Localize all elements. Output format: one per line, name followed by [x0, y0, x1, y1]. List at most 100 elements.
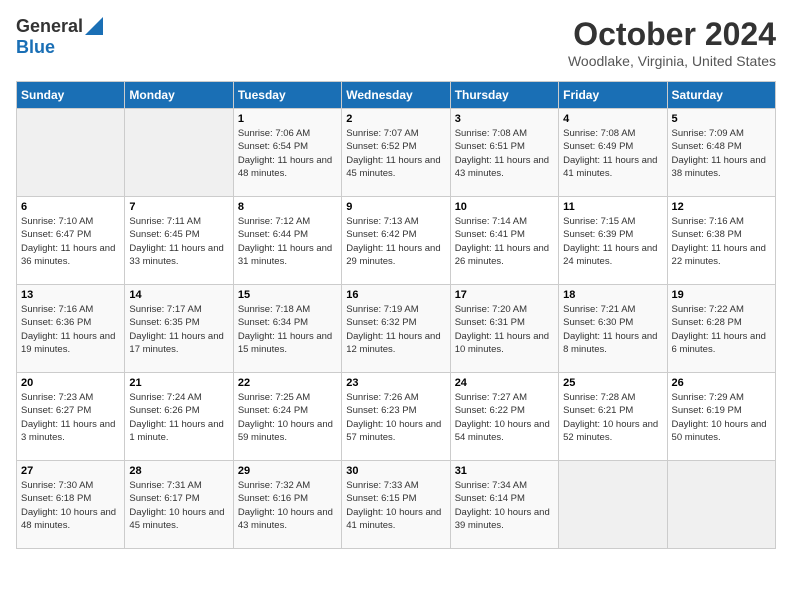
day-number: 13: [21, 289, 120, 301]
location-text: Woodlake, Virginia, United States: [568, 53, 776, 69]
day-number: 7: [129, 201, 228, 213]
day-number: 3: [455, 113, 554, 125]
day-info: Sunrise: 7:09 AMSunset: 6:48 PMDaylight:…: [672, 127, 771, 180]
cell-w5-d5: 31 Sunrise: 7:34 AMSunset: 6:14 PMDayligh…: [450, 461, 558, 549]
day-info: Sunrise: 7:31 AMSunset: 6:17 PMDaylight:…: [129, 479, 228, 532]
day-number: 23: [346, 377, 445, 389]
header-monday: Monday: [125, 82, 233, 109]
cell-w2-d1: 6Sunrise: 7:10 AMSunset: 6:47 PMDaylight…: [17, 197, 125, 285]
day-number: 21: [129, 377, 228, 389]
day-number: 10: [455, 201, 554, 213]
month-title: October 2024: [568, 16, 776, 53]
day-info: Sunrise: 7:19 AMSunset: 6:32 PMDaylight:…: [346, 303, 445, 356]
cell-w2-d7: 12 Sunrise: 7:16 AMSunset: 6:38 PMDayligh…: [667, 197, 775, 285]
day-info: Sunrise: 7:13 AMSunset: 6:42 PMDaylight:…: [346, 215, 445, 268]
day-info: Sunrise: 7:14 AMSunset: 6:41 PMDaylight:…: [455, 215, 554, 268]
day-number: 31: [455, 465, 554, 477]
day-number: 15: [238, 289, 337, 301]
cell-w4-d5: 24Sunrise: 7:27 AMSunset: 6:22 PMDayligh…: [450, 373, 558, 461]
cell-w5-d7: [667, 461, 775, 549]
logo-blue-text: Blue: [16, 37, 55, 57]
cell-w3-d3: 15 Sunrise: 7:18 AMSunset: 6:34 PMDayligh…: [233, 285, 341, 373]
header-wednesday: Wednesday: [342, 82, 450, 109]
cell-w1-d7: 5 Sunrise: 7:09 AMSunset: 6:48 PMDaylight…: [667, 109, 775, 197]
cell-w2-d4: 9 Sunrise: 7:13 AMSunset: 6:42 PMDaylight…: [342, 197, 450, 285]
cell-w5-d1: 27 Sunrise: 7:30 AMSunset: 6:18 PMDayligh…: [17, 461, 125, 549]
cell-w5-d3: 29Sunrise: 7:32 AMSunset: 6:16 PMDayligh…: [233, 461, 341, 549]
cell-w2-d6: 11 Sunrise: 7:15 AMSunset: 6:39 PMDayligh…: [559, 197, 667, 285]
cell-w4-d4: 23 Sunrise: 7:26 AMSunset: 6:23 PMDayligh…: [342, 373, 450, 461]
cell-w4-d3: 22 Sunrise: 7:25 AMSunset: 6:24 PMDayligh…: [233, 373, 341, 461]
cell-w3-d2: 14Sunrise: 7:17 AMSunset: 6:35 PMDayligh…: [125, 285, 233, 373]
day-number: 20: [21, 377, 120, 389]
day-number: 28: [129, 465, 228, 477]
day-info: Sunrise: 7:32 AMSunset: 6:16 PMDaylight:…: [238, 479, 337, 532]
day-number: 16: [346, 289, 445, 301]
day-info: Sunrise: 7:21 AMSunset: 6:30 PMDaylight:…: [563, 303, 662, 356]
cell-w4-d1: 20 Sunrise: 7:23 AMSunset: 6:27 PMDayligh…: [17, 373, 125, 461]
cell-w5-d4: 30 Sunrise: 7:33 AMSunset: 6:15 PMDayligh…: [342, 461, 450, 549]
cell-w2-d3: 8 Sunrise: 7:12 AMSunset: 6:44 PMDaylight…: [233, 197, 341, 285]
cell-w1-d5: 3 Sunrise: 7:08 AMSunset: 6:51 PMDaylight…: [450, 109, 558, 197]
cell-w1-d2: [125, 109, 233, 197]
cell-w4-d7: 26 Sunrise: 7:29 AMSunset: 6:19 PMDayligh…: [667, 373, 775, 461]
calendar-header-row: SundayMondayTuesdayWednesdayThursdayFrid…: [17, 82, 776, 109]
day-number: 27: [21, 465, 120, 477]
week-row-2: 6Sunrise: 7:10 AMSunset: 6:47 PMDaylight…: [17, 197, 776, 285]
day-number: 12: [672, 201, 771, 213]
week-row-1: 1Sunrise: 7:06 AMSunset: 6:54 PMDaylight…: [17, 109, 776, 197]
day-info: Sunrise: 7:34 AMSunset: 6:14 PMDaylight:…: [455, 479, 554, 532]
day-info: Sunrise: 7:20 AMSunset: 6:31 PMDaylight:…: [455, 303, 554, 356]
title-block: October 2024 Woodlake, Virginia, United …: [568, 16, 776, 69]
day-number: 8: [238, 201, 337, 213]
header-saturday: Saturday: [667, 82, 775, 109]
header-tuesday: Tuesday: [233, 82, 341, 109]
day-info: Sunrise: 7:15 AMSunset: 6:39 PMDaylight:…: [563, 215, 662, 268]
day-number: 22: [238, 377, 337, 389]
cell-w2-d5: 10 Sunrise: 7:14 AMSunset: 6:41 PMDayligh…: [450, 197, 558, 285]
cell-w3-d5: 17 Sunrise: 7:20 AMSunset: 6:31 PMDayligh…: [450, 285, 558, 373]
day-info: Sunrise: 7:10 AMSunset: 6:47 PMDaylight:…: [21, 215, 120, 268]
day-info: Sunrise: 7:23 AMSunset: 6:27 PMDaylight:…: [21, 391, 120, 444]
header-thursday: Thursday: [450, 82, 558, 109]
day-info: Sunrise: 7:26 AMSunset: 6:23 PMDaylight:…: [346, 391, 445, 444]
week-row-3: 13Sunrise: 7:16 AMSunset: 6:36 PMDayligh…: [17, 285, 776, 373]
day-number: 26: [672, 377, 771, 389]
day-info: Sunrise: 7:07 AMSunset: 6:52 PMDaylight:…: [346, 127, 445, 180]
cell-w4-d2: 21 Sunrise: 7:24 AMSunset: 6:26 PMDayligh…: [125, 373, 233, 461]
cell-w3-d4: 16 Sunrise: 7:19 AMSunset: 6:32 PMDayligh…: [342, 285, 450, 373]
day-number: 5: [672, 113, 771, 125]
day-info: Sunrise: 7:12 AMSunset: 6:44 PMDaylight:…: [238, 215, 337, 268]
day-info: Sunrise: 7:18 AMSunset: 6:34 PMDaylight:…: [238, 303, 337, 356]
cell-w3-d7: 19Sunrise: 7:22 AMSunset: 6:28 PMDayligh…: [667, 285, 775, 373]
day-info: Sunrise: 7:28 AMSunset: 6:21 PMDaylight:…: [563, 391, 662, 444]
cell-w1-d4: 2 Sunrise: 7:07 AMSunset: 6:52 PMDaylight…: [342, 109, 450, 197]
logo-general-text: General: [16, 16, 83, 37]
day-number: 2: [346, 113, 445, 125]
day-number: 1: [238, 113, 337, 125]
calendar-table: SundayMondayTuesdayWednesdayThursdayFrid…: [16, 81, 776, 549]
header-sunday: Sunday: [17, 82, 125, 109]
day-info: Sunrise: 7:25 AMSunset: 6:24 PMDaylight:…: [238, 391, 337, 444]
cell-w2-d2: 7Sunrise: 7:11 AMSunset: 6:45 PMDaylight…: [125, 197, 233, 285]
day-info: Sunrise: 7:24 AMSunset: 6:26 PMDaylight:…: [129, 391, 228, 444]
cell-w5-d6: [559, 461, 667, 549]
day-info: Sunrise: 7:29 AMSunset: 6:19 PMDaylight:…: [672, 391, 771, 444]
day-number: 9: [346, 201, 445, 213]
day-number: 11: [563, 201, 662, 213]
cell-w1-d1: [17, 109, 125, 197]
cell-w3-d6: 18 Sunrise: 7:21 AMSunset: 6:30 PMDayligh…: [559, 285, 667, 373]
day-info: Sunrise: 7:27 AMSunset: 6:22 PMDaylight:…: [455, 391, 554, 444]
day-info: Sunrise: 7:08 AMSunset: 6:49 PMDaylight:…: [563, 127, 662, 180]
day-info: Sunrise: 7:08 AMSunset: 6:51 PMDaylight:…: [455, 127, 554, 180]
day-info: Sunrise: 7:16 AMSunset: 6:38 PMDaylight:…: [672, 215, 771, 268]
header-friday: Friday: [559, 82, 667, 109]
day-info: Sunrise: 7:30 AMSunset: 6:18 PMDaylight:…: [21, 479, 120, 532]
day-number: 30: [346, 465, 445, 477]
cell-w1-d3: 1Sunrise: 7:06 AMSunset: 6:54 PMDaylight…: [233, 109, 341, 197]
day-info: Sunrise: 7:33 AMSunset: 6:15 PMDaylight:…: [346, 479, 445, 532]
calendar-body: 1Sunrise: 7:06 AMSunset: 6:54 PMDaylight…: [17, 109, 776, 549]
day-number: 17: [455, 289, 554, 301]
day-number: 18: [563, 289, 662, 301]
cell-w4-d6: 25Sunrise: 7:28 AMSunset: 6:21 PMDayligh…: [559, 373, 667, 461]
